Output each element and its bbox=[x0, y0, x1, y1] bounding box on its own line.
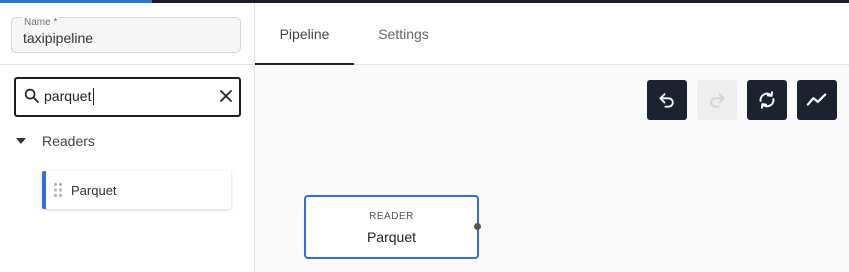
undo-icon bbox=[659, 93, 674, 108]
close-icon[interactable] bbox=[218, 88, 234, 104]
caret-down-icon bbox=[16, 138, 26, 144]
pipeline-name-value[interactable]: taxipipeline bbox=[23, 30, 93, 46]
pipeline-name-field[interactable]: Name * taxipipeline bbox=[11, 17, 241, 53]
refresh-icon bbox=[759, 91, 775, 109]
pipeline-canvas[interactable]: READER Parquet bbox=[255, 65, 849, 272]
component-item-label: Parquet bbox=[71, 183, 117, 198]
redo-button[interactable] bbox=[697, 80, 737, 120]
node-type-label: READER bbox=[369, 211, 414, 222]
main-area: Pipeline Settings READER Parquet bbox=[255, 3, 849, 272]
drag-handle-icon[interactable] bbox=[53, 182, 63, 198]
pipeline-name-label: Name * bbox=[22, 17, 60, 29]
tab-pipeline[interactable]: Pipeline bbox=[255, 3, 354, 65]
tree-group-readers[interactable]: Readers bbox=[16, 131, 95, 151]
tab-settings[interactable]: Settings bbox=[354, 3, 453, 64]
tabs-bar: Pipeline Settings bbox=[255, 3, 849, 65]
pipeline-node-parquet[interactable]: READER Parquet bbox=[304, 195, 481, 259]
chart-button[interactable] bbox=[797, 80, 837, 120]
refresh-button[interactable] bbox=[747, 80, 787, 120]
component-item-accent bbox=[42, 171, 46, 209]
tab-pipeline-label: Pipeline bbox=[279, 25, 330, 42]
component-item-parquet[interactable]: Parquet bbox=[42, 171, 231, 209]
node-output-port[interactable] bbox=[474, 223, 481, 230]
tab-settings-label: Settings bbox=[378, 25, 429, 42]
undo-button[interactable] bbox=[647, 80, 687, 120]
panel-divider bbox=[0, 64, 254, 65]
search-icon bbox=[24, 88, 39, 103]
search-input[interactable] bbox=[44, 85, 204, 107]
text-caret bbox=[93, 88, 94, 105]
redo-icon bbox=[710, 93, 725, 108]
tree-group-label: Readers bbox=[42, 133, 95, 149]
chart-icon bbox=[806, 93, 827, 106]
node-name-label: Parquet bbox=[366, 229, 417, 245]
left-panel: Name * taxipipeline Readers Parquet bbox=[0, 3, 255, 272]
component-search-box[interactable] bbox=[14, 77, 241, 117]
